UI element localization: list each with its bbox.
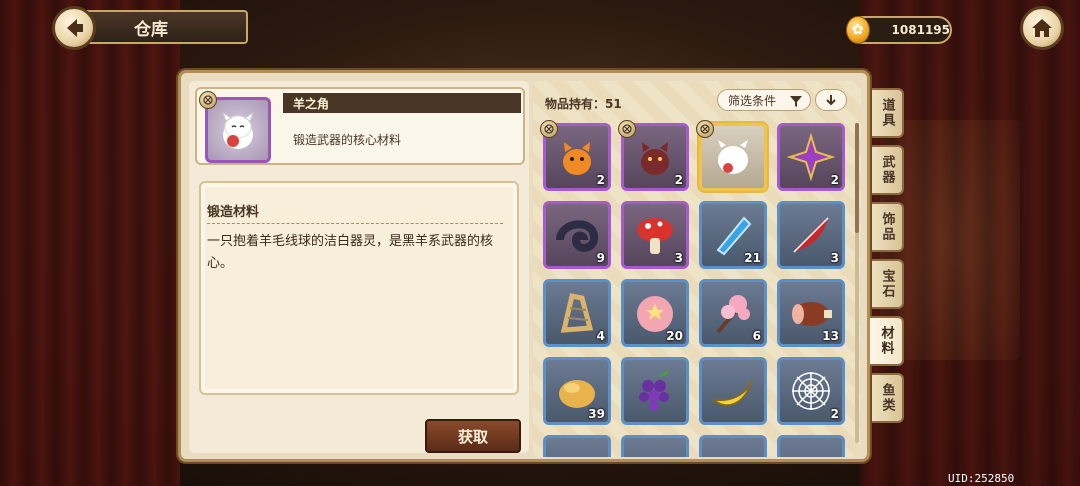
item-short-description: 锻造武器的核心材料 [293, 133, 402, 147]
item-name: 羊之角 [293, 96, 330, 111]
red-mushroom-icon [637, 218, 673, 254]
rarity-badge-icon [540, 120, 558, 138]
item-portrait [205, 97, 271, 163]
dark-cat-spirit-icon [641, 142, 669, 175]
inventory-slot[interactable]: 2 [540, 120, 611, 191]
inventory-slot[interactable] [699, 435, 767, 457]
funnel-icon [790, 96, 802, 107]
slot-quantity: 2 [830, 407, 839, 421]
home-icon [1032, 19, 1052, 37]
slot-quantity: 2 [674, 173, 683, 187]
currency-amount: 1081195 [891, 23, 950, 37]
slot-quantity: 3 [674, 251, 683, 265]
slot-quantity: 21 [744, 251, 761, 265]
description-divider [207, 223, 503, 224]
back-arrow-icon [67, 19, 83, 37]
get-button[interactable]: 获取 [425, 419, 521, 453]
warehouse-panel: 羊之角 锻造武器的核心材料 锻造材料 一只抱着羊毛线球的洁白器灵，是黑羊系武器的… [178, 70, 870, 462]
rarity-badge-icon [696, 120, 714, 138]
category-tab[interactable]: 饰品 [872, 202, 904, 252]
inventory-slot[interactable]: 3 [621, 201, 689, 269]
inventory-slot[interactable] [777, 435, 845, 457]
filter-label: 筛选条件 [728, 93, 777, 108]
spider-web-icon [792, 372, 830, 410]
ram-horn-icon [556, 220, 599, 252]
item-detail-area: 羊之角 锻造武器的核心材料 锻造材料 一只抱着羊毛线球的洁白器灵，是黑羊系武器的… [189, 81, 529, 453]
purple-crystal-shuriken-icon [786, 132, 836, 182]
inventory-slot[interactable]: 4 [543, 279, 611, 347]
item-category: 锻造材料 [207, 205, 260, 220]
red-feather-icon [793, 217, 829, 253]
background-curtain-left [0, 0, 180, 486]
rarity-badge-icon [618, 120, 636, 138]
slot-quantity: 6 [752, 329, 761, 343]
inventory-slot[interactable] [621, 435, 689, 457]
inventory-slot[interactable] [699, 357, 767, 425]
slot-quantity: 3 [830, 251, 839, 265]
currency-display: ✿ 1081195 [846, 16, 952, 44]
inventory-slot[interactable]: 6 [699, 279, 767, 347]
item-description: 一只抱着羊毛线球的洁白器灵，是黑羊系武器的核心。 [207, 234, 494, 271]
grapes-icon [639, 370, 669, 411]
category-tab[interactable]: 鱼类 [872, 373, 904, 423]
arrow-down-icon [826, 95, 836, 106]
inventory-scrollbar[interactable] [855, 123, 859, 443]
inventory-slot[interactable]: 21 [699, 201, 767, 269]
slot-quantity: 20 [666, 329, 683, 343]
category-tab[interactable]: 宝石 [872, 259, 904, 309]
slot-quantity: 9 [596, 251, 605, 265]
filter-button[interactable]: 筛选条件 [717, 89, 811, 111]
inventory-count: 物品持有：51 [545, 97, 622, 111]
rarity-badge-icon [199, 91, 217, 109]
category-tab[interactable]: 材料 [870, 316, 904, 366]
page-title: 仓库 [134, 19, 168, 40]
orange-cat-spirit-icon [563, 142, 591, 175]
inventory-slot[interactable]: 20 [621, 279, 689, 347]
item-name-bar: 羊之角 [283, 93, 521, 113]
white-sheep-spirit-icon [222, 111, 254, 149]
inventory-slot[interactable]: 2 [777, 123, 845, 191]
scroll-thumb[interactable] [855, 123, 859, 233]
back-button[interactable] [52, 6, 96, 50]
slot-quantity: 2 [830, 173, 839, 187]
slot-quantity: 13 [822, 329, 839, 343]
category-tab[interactable]: 武器 [872, 145, 904, 195]
item-header-card: 羊之角 锻造武器的核心材料 [195, 87, 525, 165]
inventory-slot[interactable] [621, 357, 689, 425]
white-sheep-spirit-icon [718, 140, 748, 174]
inventory-slot[interactable]: 3 [777, 201, 845, 269]
category-tab[interactable]: 道具 [872, 88, 904, 138]
sort-button[interactable] [815, 89, 847, 111]
gold-coin-icon: ✿ [846, 16, 870, 44]
banana-icon [711, 379, 753, 406]
home-button[interactable] [1020, 6, 1064, 50]
bone-harp-icon [560, 293, 594, 333]
slot-quantity: 2 [596, 173, 605, 187]
slot-quantity: 4 [596, 329, 605, 343]
cherry-blossom-branch-icon [716, 295, 750, 334]
inventory-slot[interactable]: 2 [777, 357, 845, 425]
user-id: UID:252850 [948, 472, 1015, 485]
inventory-slot[interactable] [543, 435, 611, 457]
inventory-slot[interactable] [696, 120, 767, 191]
page-title-plate: 仓库 [78, 10, 248, 44]
inventory-slot[interactable]: 39 [543, 357, 611, 425]
inventory-slot[interactable]: 9 [543, 201, 611, 269]
inventory-slot[interactable]: 13 [777, 279, 845, 347]
slot-quantity: 39 [588, 407, 605, 421]
inventory-slot[interactable]: 2 [618, 120, 689, 191]
inventory-area: 物品持有：51 筛选条件 2 2 2 9 3 21 3 4 20 6 13 39 2 [533, 81, 861, 457]
